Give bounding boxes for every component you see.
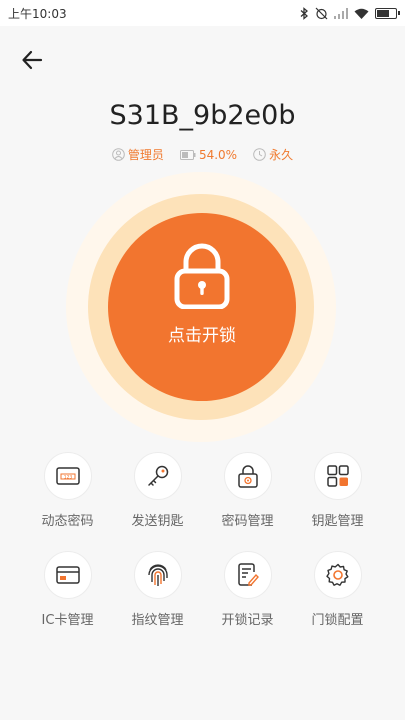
- ic-card-label: IC卡管理: [41, 613, 94, 628]
- lock-icon: [174, 243, 230, 309]
- alarm-off-icon: [315, 7, 328, 20]
- role-info: 管理员: [112, 146, 164, 163]
- svg-text:123: 123: [63, 474, 72, 480]
- unlock-record-button[interactable]: 开锁记录: [203, 551, 293, 628]
- lock-config-icon-circle: [313, 551, 362, 599]
- unlock-record-label: 开锁记录: [221, 613, 274, 628]
- password-management-icon: [237, 465, 258, 488]
- send-key-button[interactable]: 发送钥匙: [113, 452, 203, 529]
- unlock-record-icon: [237, 563, 259, 586]
- status-icons: [299, 6, 400, 20]
- dynamic-password-icon-circle: 123: [43, 452, 92, 500]
- ic-card-icon-circle: [43, 551, 92, 599]
- validity-info: 永久: [253, 146, 293, 163]
- lock-config-button[interactable]: 门锁配置: [293, 551, 383, 628]
- status-time: 上午10:03: [8, 6, 67, 21]
- arrow-left-icon: [22, 50, 43, 70]
- ic-card-icon: [55, 566, 80, 584]
- lock-config-icon: [325, 563, 348, 586]
- device-info-row: 管理员 54.0% 永久: [0, 146, 405, 163]
- feature-grid: 123 动态密码 发送钥匙 密码管理 钥匙管理 IC卡管理 指纹管理 开锁记录 …: [0, 452, 405, 628]
- user-icon: [112, 148, 125, 161]
- unlock-label: 点击开锁: [168, 326, 236, 346]
- password-management-label: 密码管理: [221, 514, 274, 529]
- signal-icon: [334, 7, 348, 19]
- back-button[interactable]: [16, 44, 48, 76]
- unlock-record-icon-circle: [223, 551, 272, 599]
- fingerprint-icon: [147, 564, 168, 586]
- dynamic-password-button[interactable]: 123 动态密码: [23, 452, 113, 529]
- unlock-button[interactable]: 点击开锁: [108, 213, 296, 401]
- role-text: 管理员: [127, 148, 164, 162]
- battery-level-icon: [179, 149, 196, 160]
- bluetooth-icon: [299, 6, 309, 20]
- password-management-icon-circle: [223, 452, 272, 500]
- ic-card-button[interactable]: IC卡管理: [23, 551, 113, 628]
- wifi-icon: [354, 8, 369, 19]
- fingerprint-label: 指纹管理: [131, 613, 184, 628]
- battery-icon: [375, 7, 400, 19]
- battery-info: 54.0%: [179, 147, 238, 162]
- dynamic-password-icon: 123: [55, 467, 80, 485]
- device-name: S31B_9b2e0b: [109, 100, 296, 131]
- send-key-label: 发送钥匙: [131, 514, 184, 529]
- dynamic-password-label: 动态密码: [41, 514, 94, 529]
- clock-icon: [253, 148, 266, 161]
- lock-config-label: 门锁配置: [311, 613, 364, 628]
- battery-text: 54.0%: [198, 147, 238, 162]
- send-key-icon-circle: [133, 452, 182, 500]
- key-management-label: 钥匙管理: [311, 514, 364, 529]
- send-key-icon: [147, 465, 168, 486]
- password-management-button[interactable]: 密码管理: [203, 452, 293, 529]
- fingerprint-icon-circle: [133, 551, 182, 599]
- status-bar: 上午10:03: [0, 0, 405, 26]
- fingerprint-button[interactable]: 指纹管理: [113, 551, 203, 628]
- validity-text: 永久: [269, 148, 294, 162]
- key-management-icon-circle: [313, 452, 362, 500]
- key-management-icon: [326, 465, 349, 487]
- key-management-button[interactable]: 钥匙管理: [293, 452, 383, 529]
